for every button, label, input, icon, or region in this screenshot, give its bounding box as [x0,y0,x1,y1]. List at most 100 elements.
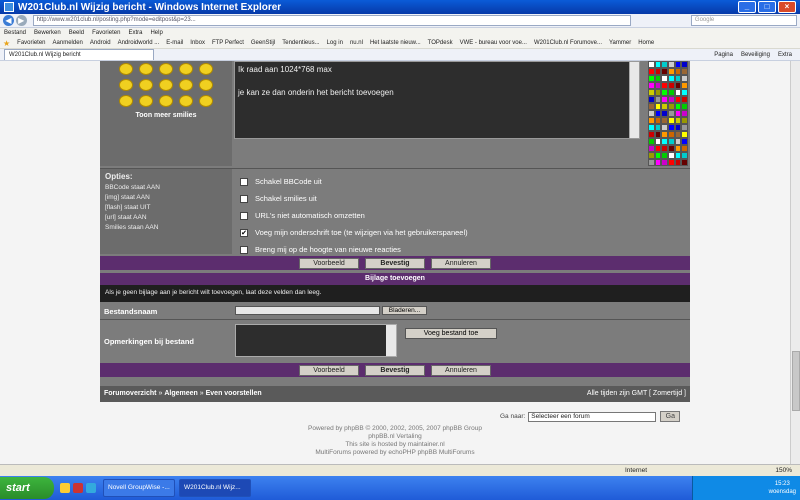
color-swatch[interactable] [661,61,668,68]
color-swatch[interactable] [654,159,662,166]
color-swatch[interactable] [674,145,682,152]
browse-button[interactable]: Bladeren... [382,306,427,315]
smiley-icon[interactable] [139,95,153,107]
message-textarea[interactable]: Ik raad aan 1024*768 max je kan ze dan o… [234,61,640,139]
smiley-icon[interactable] [139,79,153,91]
more-smilies-link[interactable]: Toon meer smilies [100,112,232,119]
color-swatch[interactable] [674,138,682,145]
color-swatch[interactable] [681,117,688,124]
color-swatch[interactable] [648,124,655,131]
checkbox[interactable] [240,245,248,254]
favorite-link[interactable]: Android [90,40,111,46]
color-swatch[interactable] [661,89,668,96]
breadcrumb-forum[interactable]: Even voorstellen [206,390,262,398]
tool-security[interactable]: Beveiliging [741,52,770,58]
color-swatch[interactable] [681,131,688,138]
color-swatch[interactable] [654,103,662,110]
color-swatch[interactable] [654,75,662,82]
quicklaunch-icon[interactable] [86,483,96,493]
smiley-icon[interactable] [199,95,213,107]
color-swatch[interactable] [681,124,688,131]
color-swatch[interactable] [681,82,688,89]
add-attachment-button[interactable]: Voeg bestand toe [405,328,497,339]
color-swatch[interactable] [667,61,675,68]
favorite-link[interactable]: GeenStijl [251,40,275,46]
color-swatch[interactable] [681,138,688,145]
color-swatch[interactable] [667,152,675,159]
smiley-icon[interactable] [159,63,173,75]
color-swatch[interactable] [681,110,688,117]
color-swatch[interactable] [667,68,675,75]
color-swatch[interactable] [648,75,655,82]
color-swatch[interactable] [674,124,682,131]
option-disable-smilies[interactable]: Schakel smilies uit [240,190,684,207]
color-swatch[interactable] [648,159,655,166]
quicklaunch-icon[interactable] [73,483,83,493]
color-swatch[interactable] [648,152,655,159]
color-swatch[interactable] [667,145,675,152]
favorite-link[interactable]: Log in [327,40,343,46]
color-swatch[interactable] [661,131,668,138]
favorite-link[interactable]: nu.nl [350,40,363,46]
color-swatch[interactable] [667,138,675,145]
color-swatch[interactable] [674,68,682,75]
cancel-button[interactable]: Annuleren [431,364,491,376]
favorite-link[interactable]: Yammer [609,40,631,46]
color-palette[interactable] [648,61,688,166]
color-swatch[interactable] [667,82,675,89]
color-swatch[interactable] [648,117,655,124]
color-swatch[interactable] [667,96,675,103]
color-swatch[interactable] [654,82,662,89]
color-swatch[interactable] [674,103,682,110]
color-swatch[interactable] [674,117,682,124]
color-swatch[interactable] [654,68,662,75]
cancel-button[interactable]: Annuleren [431,257,491,269]
color-swatch[interactable] [681,103,688,110]
tool-extra[interactable]: Extra [778,52,792,58]
color-swatch[interactable] [681,145,688,152]
smiley-icon[interactable] [159,79,173,91]
color-swatch[interactable] [674,131,682,138]
smiley-icon[interactable] [119,95,133,107]
start-button[interactable]: start [0,477,54,499]
checkbox[interactable] [240,211,248,220]
color-swatch[interactable] [674,159,682,166]
color-swatch[interactable] [681,89,688,96]
color-swatch[interactable] [661,159,668,166]
color-swatch[interactable] [681,75,688,82]
favorite-link[interactable]: FTP Perfect [212,40,244,46]
go-button[interactable]: Ga [660,411,681,422]
color-swatch[interactable] [661,117,668,124]
tab-active[interactable]: W201Club.nl Wijzig bericht [4,49,154,60]
quicklaunch-icon[interactable] [60,483,70,493]
color-swatch[interactable] [654,110,662,117]
tool-page[interactable]: Pagina [714,52,733,58]
color-swatch[interactable] [648,138,655,145]
color-swatch[interactable] [648,61,655,68]
submit-button[interactable]: Bevestig [365,257,425,269]
checkbox[interactable] [240,177,248,186]
smiley-icon[interactable] [179,79,193,91]
smiley-icon[interactable] [179,95,193,107]
color-swatch[interactable] [661,96,668,103]
color-swatch[interactable] [661,152,668,159]
color-swatch[interactable] [648,131,655,138]
minimize-button[interactable]: _ [738,1,756,13]
submit-button[interactable]: Bevestig [365,364,425,376]
color-swatch[interactable] [681,96,688,103]
scrollbar-thumb[interactable] [792,351,800,411]
preview-button[interactable]: Voorbeeld [299,364,359,376]
search-input[interactable]: Google [690,15,797,26]
color-swatch[interactable] [674,61,682,68]
smiley-icon[interactable] [159,95,173,107]
color-swatch[interactable] [661,68,668,75]
color-swatch[interactable] [654,117,662,124]
color-swatch[interactable] [674,96,682,103]
option-attach-signature[interactable]: ✔ Voeg mijn onderschrift toe (te wijzigen… [240,224,684,241]
favorite-link[interactable]: E-mail [166,40,183,46]
option-disable-bbcode[interactable]: Schakel BBCode uit [240,173,684,190]
color-swatch[interactable] [681,68,688,75]
color-swatch[interactable] [667,75,675,82]
favorite-link[interactable]: W201Club.nl Forumove... [534,40,602,46]
color-swatch[interactable] [654,89,662,96]
